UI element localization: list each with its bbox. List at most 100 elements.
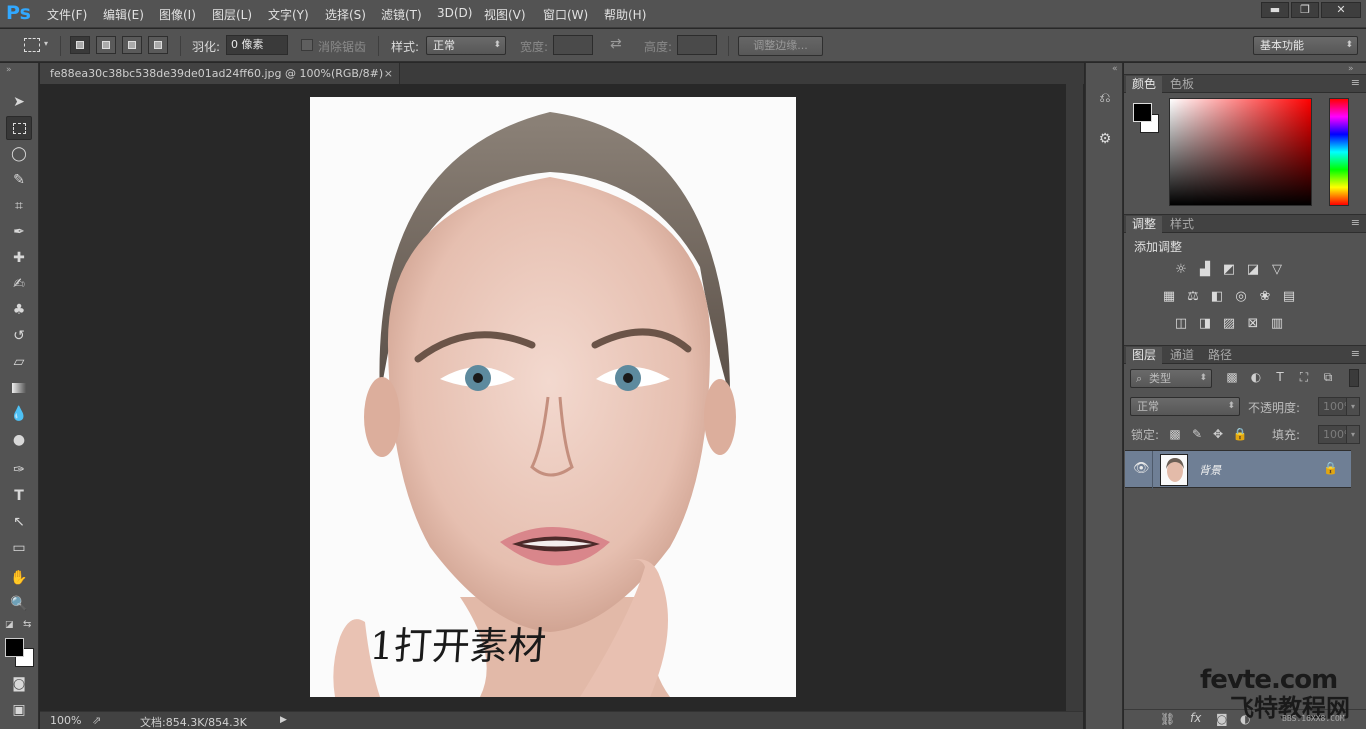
pen-tool-icon[interactable]: ✑ bbox=[6, 458, 32, 482]
layer-row-background[interactable]: 👁 背景 🔒 bbox=[1125, 450, 1351, 489]
rectangle-tool-icon[interactable]: ▭ bbox=[6, 536, 32, 560]
move-tool-icon[interactable]: ➤ bbox=[6, 90, 32, 114]
hue-slider[interactable] bbox=[1329, 98, 1349, 206]
lock-all-icon[interactable]: 🔒 bbox=[1232, 426, 1248, 442]
minimize-button[interactable]: ▬ bbox=[1261, 2, 1289, 18]
healing-brush-tool-icon[interactable]: ✚ bbox=[6, 246, 32, 270]
history-brush-tool-icon[interactable]: ↺ bbox=[6, 324, 32, 348]
lock-transparent-icon[interactable]: ▩ bbox=[1167, 426, 1183, 442]
invert-icon[interactable]: ◫ bbox=[1173, 316, 1189, 332]
menu-type[interactable]: 文字(Y) bbox=[268, 6, 309, 23]
height-input[interactable] bbox=[677, 35, 717, 55]
tab-layers[interactable]: 图层 bbox=[1126, 347, 1163, 364]
layer-style-icon[interactable]: fx bbox=[1190, 711, 1201, 725]
menu-window[interactable]: 窗口(W) bbox=[543, 6, 588, 23]
posterize-icon[interactable]: ◨ bbox=[1197, 316, 1213, 332]
export-icon[interactable]: ⇗ bbox=[92, 714, 101, 727]
refine-edge-button[interactable]: 调整边缘... bbox=[738, 36, 823, 56]
close-button[interactable]: ✕ bbox=[1321, 2, 1361, 18]
filter-pixel-icon[interactable]: ▩ bbox=[1224, 369, 1240, 385]
tab-channels[interactable]: 通道 bbox=[1164, 347, 1200, 364]
opacity-dropdown-icon[interactable]: ▾ bbox=[1346, 397, 1360, 416]
black-white-icon[interactable]: ◧ bbox=[1209, 289, 1225, 305]
levels-icon[interactable]: ▟ bbox=[1197, 262, 1213, 278]
tab-color[interactable]: 颜色 bbox=[1126, 76, 1163, 93]
collapse-panels-icon[interactable]: » bbox=[1348, 64, 1354, 74]
tab-adjustments[interactable]: 调整 bbox=[1126, 216, 1163, 233]
style-select[interactable]: 正常 bbox=[426, 36, 506, 55]
status-menu-arrow-icon[interactable]: ▶ bbox=[280, 715, 287, 725]
history-panel-icon[interactable]: ⎌ bbox=[1095, 88, 1115, 108]
menu-layer[interactable]: 图层(L) bbox=[212, 6, 252, 23]
menu-filter[interactable]: 滤镜(T) bbox=[381, 6, 422, 23]
menu-image[interactable]: 图像(I) bbox=[159, 6, 196, 23]
eye-visibility-icon[interactable]: 👁 bbox=[1133, 461, 1150, 476]
panel-menu-icon[interactable]: ≡ bbox=[1351, 216, 1360, 229]
vibrance-icon[interactable]: ▽ bbox=[1269, 262, 1285, 278]
subtract-selection-button[interactable] bbox=[122, 36, 142, 54]
menu-view[interactable]: 视图(V) bbox=[484, 6, 526, 23]
restore-button[interactable]: ❐ bbox=[1291, 2, 1319, 18]
new-selection-button[interactable] bbox=[70, 36, 90, 54]
channel-mixer-icon[interactable]: ❀ bbox=[1257, 289, 1273, 305]
link-layers-icon[interactable]: ⛓ bbox=[1160, 712, 1175, 726]
blend-mode-select[interactable]: 正常 bbox=[1130, 397, 1240, 416]
add-mask-icon[interactable]: ◙ bbox=[1216, 712, 1228, 726]
lasso-tool-icon[interactable]: ◯ bbox=[6, 142, 32, 166]
exposure-icon[interactable]: ◪ bbox=[1245, 262, 1261, 278]
dodge-tool-icon[interactable]: ● bbox=[6, 428, 32, 452]
add-to-selection-button[interactable] bbox=[96, 36, 116, 54]
tab-styles[interactable]: 样式 bbox=[1164, 216, 1200, 233]
color-balance-icon[interactable]: ⚖ bbox=[1185, 289, 1201, 305]
document-image[interactable]: 1打开素材 bbox=[310, 97, 796, 697]
swap-dimensions-icon[interactable]: ⇄ bbox=[610, 36, 622, 52]
threshold-icon[interactable]: ▨ bbox=[1221, 316, 1237, 332]
marquee-preset-icon[interactable] bbox=[24, 38, 40, 52]
panel-menu-icon[interactable]: ≡ bbox=[1351, 76, 1360, 89]
color-lookup-icon[interactable]: ▤ bbox=[1281, 289, 1297, 305]
filter-shape-icon[interactable]: ⛶ bbox=[1296, 369, 1312, 385]
brush-tool-icon[interactable]: ✍ bbox=[6, 272, 32, 296]
collapse-tools-icon[interactable]: » bbox=[6, 65, 12, 75]
properties-panel-icon[interactable]: ⚙ bbox=[1095, 129, 1115, 149]
menu-help[interactable]: 帮助(H) bbox=[604, 6, 646, 23]
marquee-tool-icon[interactable] bbox=[6, 116, 32, 140]
filter-toggle[interactable] bbox=[1349, 369, 1359, 387]
default-colors-icon[interactable]: ◪ bbox=[5, 620, 14, 630]
panel-foreground-swatch[interactable] bbox=[1133, 103, 1152, 122]
type-tool-icon[interactable]: T bbox=[6, 484, 32, 508]
filter-type-icon[interactable]: T bbox=[1272, 369, 1288, 385]
screen-mode-icon[interactable]: ▣ bbox=[6, 698, 32, 722]
path-select-tool-icon[interactable]: ↖ bbox=[6, 510, 32, 534]
foreground-color-swatch[interactable] bbox=[5, 638, 24, 657]
close-tab-icon[interactable]: × bbox=[384, 63, 393, 84]
crop-tool-icon[interactable]: ⌗ bbox=[6, 194, 32, 218]
eraser-tool-icon[interactable]: ▱ bbox=[6, 350, 32, 374]
workspace-select[interactable]: 基本功能 bbox=[1253, 36, 1358, 55]
tab-swatches[interactable]: 色板 bbox=[1164, 76, 1200, 93]
hand-tool-icon[interactable]: ✋ bbox=[6, 566, 32, 590]
lock-pixels-icon[interactable]: ✎ bbox=[1189, 426, 1205, 442]
width-input[interactable] bbox=[553, 35, 593, 55]
quick-select-tool-icon[interactable]: ✎ bbox=[6, 168, 32, 192]
brightness-icon[interactable]: ☼ bbox=[1173, 262, 1189, 278]
antialias-checkbox[interactable] bbox=[301, 39, 313, 51]
curves-icon[interactable]: ◩ bbox=[1221, 262, 1237, 278]
lock-position-icon[interactable]: ✥ bbox=[1210, 426, 1226, 442]
swap-colors-icon[interactable]: ⇆ bbox=[23, 619, 31, 630]
photo-filter-icon[interactable]: ◎ bbox=[1233, 289, 1249, 305]
gradient-tool-icon[interactable] bbox=[6, 376, 32, 400]
feather-input[interactable]: 0 像素 bbox=[226, 35, 288, 55]
quick-mask-icon[interactable]: ◙ bbox=[6, 672, 32, 696]
selective-color-icon[interactable]: ⊠ bbox=[1245, 316, 1261, 332]
menu-edit[interactable]: 编辑(E) bbox=[103, 6, 144, 23]
preset-dropdown-icon[interactable]: ▾ bbox=[44, 39, 48, 48]
document-tab[interactable]: fe88ea30c38bc538de39de01ad24ff60.jpg @ 1… bbox=[40, 63, 400, 84]
menu-file[interactable]: 文件(F) bbox=[47, 6, 87, 23]
collapse-dock-icon[interactable]: « bbox=[1112, 64, 1118, 74]
panel-menu-icon[interactable]: ≡ bbox=[1351, 347, 1360, 360]
zoom-tool-icon[interactable]: 🔍 bbox=[6, 592, 32, 616]
menu-select[interactable]: 选择(S) bbox=[325, 6, 366, 23]
eyedropper-tool-icon[interactable]: ✒ bbox=[6, 220, 32, 244]
filter-smart-object-icon[interactable]: ⧉ bbox=[1320, 369, 1336, 385]
